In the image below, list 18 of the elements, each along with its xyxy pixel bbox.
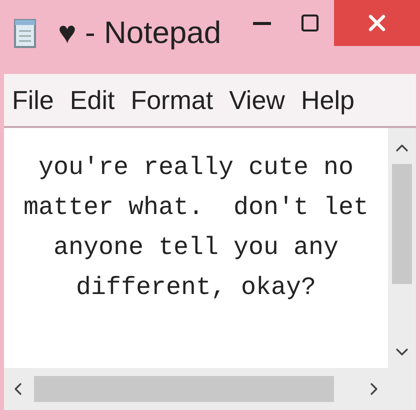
text-line: different, okay? [76, 272, 316, 304]
menu-item[interactable]: Edit [70, 80, 115, 120]
menu-item[interactable]: Help [300, 80, 354, 120]
window-title: ♥ - Notepad [58, 14, 222, 52]
text-line: anyone tell you any [53, 232, 339, 264]
text-line: matter what. don't let [23, 192, 369, 224]
minimize-icon [253, 22, 271, 24]
maximize-icon [300, 13, 320, 33]
scroll-thumb[interactable] [34, 376, 334, 402]
vertical-scrollbar[interactable] [388, 128, 416, 368]
horizontal-scrollbar[interactable] [4, 368, 388, 410]
text-line: you're really cute no [38, 152, 354, 184]
notepad-icon [14, 18, 36, 48]
menu-item[interactable]: View [229, 80, 285, 120]
scroll-thumb[interactable] [392, 164, 412, 284]
menu-item[interactable]: Format [130, 80, 214, 120]
menu-item[interactable]: File [12, 80, 54, 120]
close-button[interactable] [334, 0, 420, 46]
